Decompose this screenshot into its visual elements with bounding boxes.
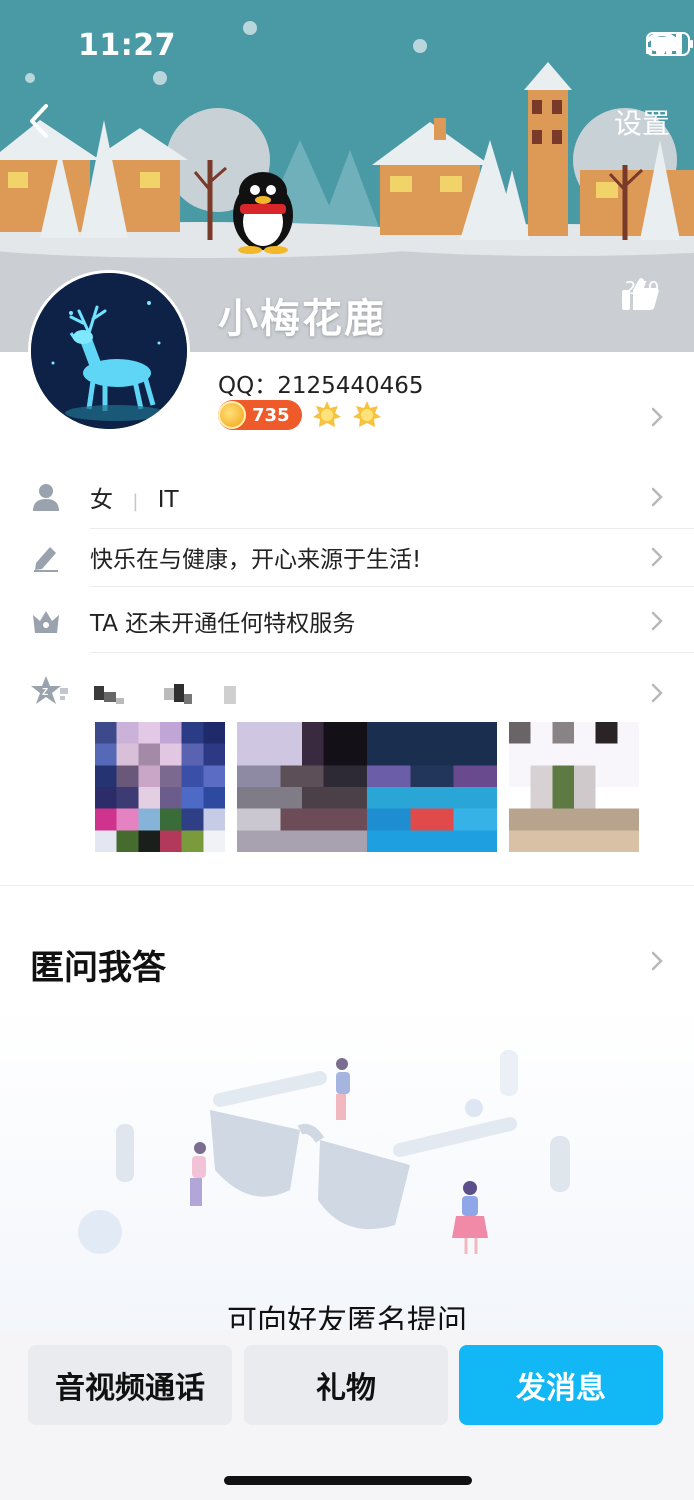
photo-thumbnail[interactable] bbox=[94, 722, 226, 852]
settings-button[interactable]: 设置 bbox=[614, 102, 670, 142]
back-button[interactable] bbox=[22, 98, 62, 144]
privilege-row[interactable]: TA 还未开通任何特权服务 bbox=[0, 592, 694, 650]
person-icon bbox=[33, 484, 59, 511]
pencil-icon bbox=[34, 547, 58, 572]
home-indicator[interactable] bbox=[224, 1476, 472, 1485]
chevron-left-icon bbox=[30, 104, 48, 138]
glasses-illustration bbox=[78, 1050, 570, 1254]
profile-nickname: 小梅花鹿 bbox=[218, 296, 386, 342]
chevron-right-icon bbox=[651, 547, 663, 567]
chevron-right-icon bbox=[651, 487, 663, 507]
gift-button[interactable]: 礼物 bbox=[244, 1345, 448, 1425]
coin-icon bbox=[218, 401, 246, 429]
battery-icon bbox=[646, 32, 693, 56]
photo-strip[interactable] bbox=[94, 722, 640, 852]
crown-icon bbox=[33, 611, 59, 633]
photo-thumbnail[interactable] bbox=[508, 722, 640, 852]
info-separator: | bbox=[132, 491, 139, 512]
deer-avatar-image bbox=[31, 273, 187, 429]
chevron-right-icon[interactable] bbox=[650, 406, 664, 428]
sun-badge-icon bbox=[312, 401, 341, 427]
qa-section-title: 匿问我答 bbox=[30, 948, 166, 988]
qa-illustration-area bbox=[0, 1000, 694, 1330]
privilege-text: TA 还未开通任何特权服务 bbox=[90, 611, 356, 637]
status-bar: 11:27 bbox=[0, 0, 694, 90]
chevron-right-icon bbox=[651, 611, 663, 631]
divider bbox=[90, 586, 694, 587]
avatar[interactable] bbox=[28, 270, 190, 432]
qq-number: QQ：2125440465 bbox=[218, 373, 424, 399]
thumbs-up-icon bbox=[622, 278, 659, 310]
status-time: 11:27 bbox=[78, 28, 176, 63]
audio-video-call-button[interactable]: 音视频通话 bbox=[28, 1345, 232, 1425]
profile-basic-info-row[interactable]: 女 | IT bbox=[0, 468, 694, 526]
send-message-button[interactable]: 发消息 bbox=[459, 1345, 663, 1425]
chevron-right-icon bbox=[651, 683, 663, 703]
signature-row[interactable]: 快乐在与健康，开心来源于生活! bbox=[0, 528, 694, 586]
chevron-right-icon[interactable] bbox=[650, 950, 664, 972]
occupation-text: IT bbox=[157, 487, 179, 513]
divider bbox=[90, 652, 694, 653]
level-badge: 735 bbox=[218, 400, 302, 430]
qzone-row[interactable]: Z bbox=[0, 660, 694, 720]
pixelated-name bbox=[94, 684, 236, 704]
photo-thumbnail[interactable] bbox=[236, 722, 498, 852]
qzone-star-icon: Z bbox=[31, 676, 68, 704]
section-divider bbox=[0, 885, 694, 886]
bottom-action-bar: 音视频通话 礼物 发消息 bbox=[0, 1330, 694, 1500]
level-badges[interactable]: 735 bbox=[218, 400, 382, 430]
signature-text: 快乐在与健康，开心来源于生活! bbox=[90, 547, 422, 573]
svg-text:Z: Z bbox=[42, 687, 48, 698]
level-value: 735 bbox=[252, 404, 290, 426]
gender-text: 女 bbox=[90, 487, 113, 513]
sun-badge-icon bbox=[352, 401, 381, 427]
like-button[interactable]: 270 bbox=[620, 276, 664, 310]
